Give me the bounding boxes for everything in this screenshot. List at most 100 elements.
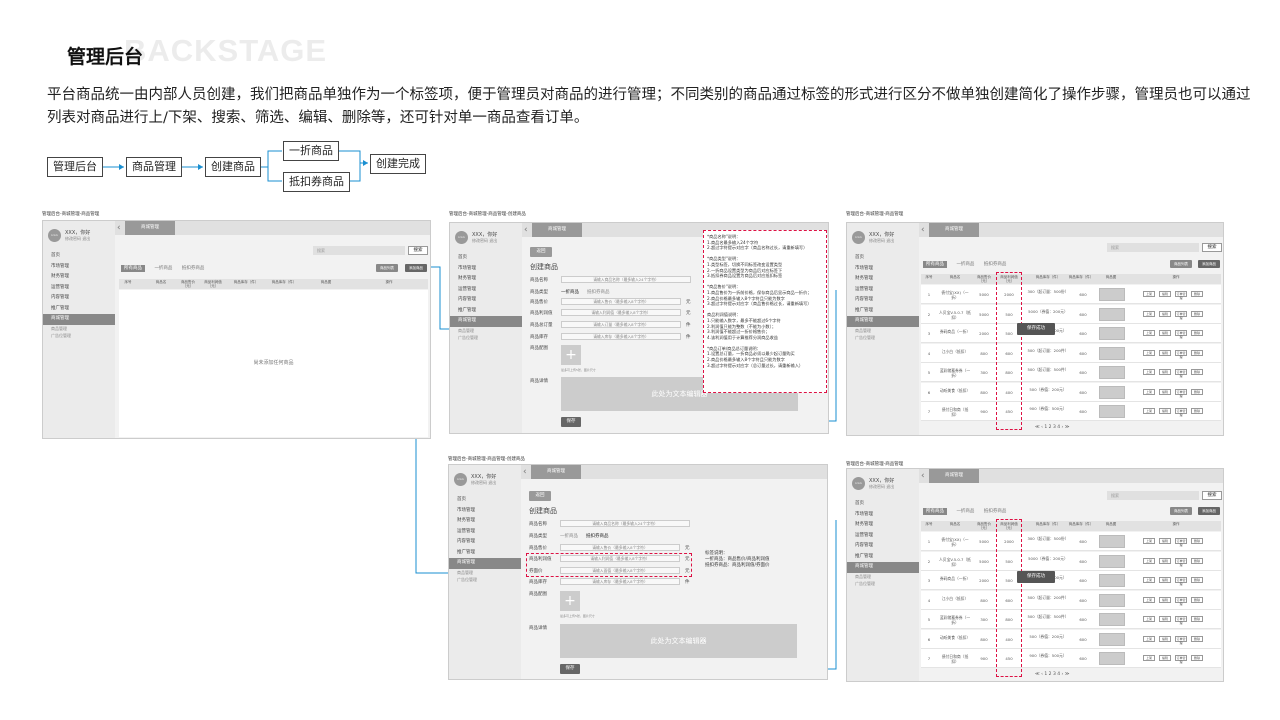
delete-button[interactable]: 删除	[1191, 408, 1203, 414]
menu-finance[interactable]: 财务管理	[847, 274, 919, 285]
up-button[interactable]: 上架	[1143, 349, 1155, 356]
delete-button[interactable]: 删除	[1191, 291, 1203, 297]
pagination[interactable]: ≪ ‹ 1 2 3 4 › ≫	[1035, 425, 1070, 430]
orders-button[interactable]: 订单管理	[1175, 291, 1187, 300]
menu-content[interactable]: 内容管理	[847, 295, 919, 306]
menu-market[interactable]: 市场管理	[449, 506, 521, 517]
edit-button[interactable]: 编辑	[1159, 310, 1171, 317]
type-discount[interactable]: 一折商品	[560, 534, 578, 539]
menu-operation[interactable]: 运营管理	[449, 527, 521, 538]
price-input[interactable]: 请输入售价（最多输入8个字符）	[560, 544, 680, 551]
delete-button[interactable]: 删除	[1191, 616, 1203, 622]
menu-mall[interactable]: 商城管理	[450, 316, 522, 327]
edit-button[interactable]: 编辑	[1159, 369, 1171, 375]
chevron-left-icon[interactable]: ‹	[117, 222, 121, 234]
submenu-goods[interactable]: 商品管理	[450, 327, 522, 334]
edit-button[interactable]: 编辑	[1159, 635, 1171, 642]
orders-button[interactable]: 订单管理	[1175, 310, 1187, 320]
pagination[interactable]: ≪ ‹ 1 2 3 4 › ≫	[1035, 672, 1070, 677]
delete-button[interactable]: 删除	[1191, 596, 1203, 603]
stock-input[interactable]: 请输入库存（最多输入8个字符）	[560, 578, 680, 585]
orders-button[interactable]: 订单管理	[1175, 635, 1187, 645]
up-button[interactable]: 上架	[1143, 369, 1155, 375]
up-button[interactable]: 上架	[1143, 291, 1155, 297]
add-goods-button[interactable]: 添加商品	[1198, 260, 1220, 268]
submenu-goods[interactable]: 商品管理	[847, 573, 919, 580]
menu-mall[interactable]: 商城管理	[43, 314, 115, 325]
menu-operation[interactable]: 运营管理	[450, 285, 522, 296]
tab-mall[interactable]: 商城管理	[532, 223, 582, 237]
delete-button[interactable]: 删除	[1191, 349, 1203, 356]
up-button[interactable]: 上架	[1143, 635, 1155, 642]
tab-coupon-goods[interactable]: 抵扣券商品	[984, 262, 1007, 267]
orders-button[interactable]: 订单管理	[1175, 388, 1187, 398]
delete-button[interactable]: 删除	[1191, 310, 1203, 317]
edit-button[interactable]: 编辑	[1159, 557, 1171, 564]
order-input[interactable]: 请输入订量（最多输入8个字符）	[561, 321, 681, 328]
tab-discount-goods[interactable]: 一折商品	[956, 262, 974, 267]
search-button[interactable]: 搜索	[1202, 243, 1222, 252]
chevron-left-icon[interactable]: ‹	[524, 224, 528, 236]
up-button[interactable]: 上架	[1143, 538, 1155, 544]
tab-coupon-goods[interactable]: 抵扣券商品	[984, 509, 1007, 514]
delete-button[interactable]: 删除	[1191, 330, 1203, 336]
submenu-ads[interactable]: 广告位管理	[449, 576, 521, 583]
submenu-ads[interactable]: 广告位管理	[450, 334, 522, 341]
orders-button[interactable]: 订单管理	[1175, 596, 1187, 606]
upload-image-button[interactable]: +	[561, 345, 581, 365]
user-actions[interactable]: 修改密码 退出	[471, 480, 496, 486]
submenu-goods[interactable]: 商品管理	[449, 569, 521, 576]
menu-promotion[interactable]: 推广管理	[450, 306, 522, 317]
tab-all-goods[interactable]: 所有商品	[121, 265, 145, 272]
menu-operation[interactable]: 运营管理	[847, 285, 919, 296]
delete-button[interactable]: 删除	[1191, 388, 1203, 395]
menu-home[interactable]: 首页	[43, 251, 115, 262]
tab-all-goods[interactable]: 所有商品	[923, 261, 947, 268]
orders-button[interactable]: 订单管理	[1175, 408, 1187, 417]
edit-button[interactable]: 编辑	[1159, 538, 1171, 544]
search-button[interactable]: 搜索	[1202, 491, 1222, 500]
delete-button[interactable]: 删除	[1191, 577, 1203, 583]
menu-content[interactable]: 内容管理	[450, 295, 522, 306]
edit-button[interactable]: 编辑	[1159, 388, 1171, 395]
menu-promotion[interactable]: 推广管理	[43, 304, 115, 315]
stock-input[interactable]: 请输入库存（最多输入8个字符）	[561, 333, 681, 340]
orders-button[interactable]: 订单管理	[1175, 655, 1187, 664]
tab-mall[interactable]: 商城管理	[531, 465, 581, 479]
up-button[interactable]: 上架	[1143, 616, 1155, 622]
submenu-goods[interactable]: 商品管理	[847, 327, 919, 334]
edit-button[interactable]: 编辑	[1159, 408, 1171, 414]
submenu-ads[interactable]: 广告位管理	[847, 580, 919, 587]
profit-input[interactable]: 请输入利润值（最多输入8个字符）	[561, 309, 681, 316]
up-button[interactable]: 上架	[1143, 577, 1155, 583]
delete-button[interactable]: 删除	[1191, 369, 1203, 375]
orders-button[interactable]: 订单管理	[1175, 330, 1187, 339]
menu-promotion[interactable]: 推广管理	[449, 548, 521, 559]
menu-content[interactable]: 内容管理	[847, 541, 919, 552]
type-coupon[interactable]: 抵扣券商品	[587, 290, 610, 295]
user-actions[interactable]: 修改密码 退出	[869, 484, 894, 490]
tab-discount-goods[interactable]: 一折商品	[154, 266, 172, 271]
menu-market[interactable]: 市场管理	[847, 264, 919, 275]
chevron-left-icon[interactable]: ‹	[921, 470, 925, 482]
edit-button[interactable]: 编辑	[1159, 291, 1171, 297]
edit-button[interactable]: 编辑	[1159, 330, 1171, 336]
search-input[interactable]: 搜索	[1107, 491, 1199, 500]
menu-home[interactable]: 首页	[449, 495, 521, 506]
menu-mall[interactable]: 商城管理	[847, 562, 919, 573]
edit-button[interactable]: 编辑	[1159, 616, 1171, 622]
user-actions[interactable]: 修改密码 退出	[472, 238, 497, 244]
menu-finance[interactable]: 财务管理	[450, 274, 522, 285]
chevron-left-icon[interactable]: ‹	[921, 224, 925, 236]
delete-button[interactable]: 删除	[1191, 538, 1203, 544]
submenu-ads[interactable]: 广告位管理	[43, 332, 115, 339]
orders-button[interactable]: 订单管理	[1175, 577, 1187, 586]
chevron-left-icon[interactable]: ‹	[523, 466, 527, 478]
menu-home[interactable]: 首页	[450, 253, 522, 264]
orders-button[interactable]: 订单管理	[1175, 349, 1187, 359]
delete-button[interactable]: 删除	[1191, 635, 1203, 642]
orders-button[interactable]: 订单管理	[1175, 616, 1187, 625]
goods-list-button[interactable]: 商品列表	[1170, 260, 1192, 268]
tab-mall[interactable]: 商城管理	[929, 223, 979, 237]
up-button[interactable]: 上架	[1143, 596, 1155, 603]
